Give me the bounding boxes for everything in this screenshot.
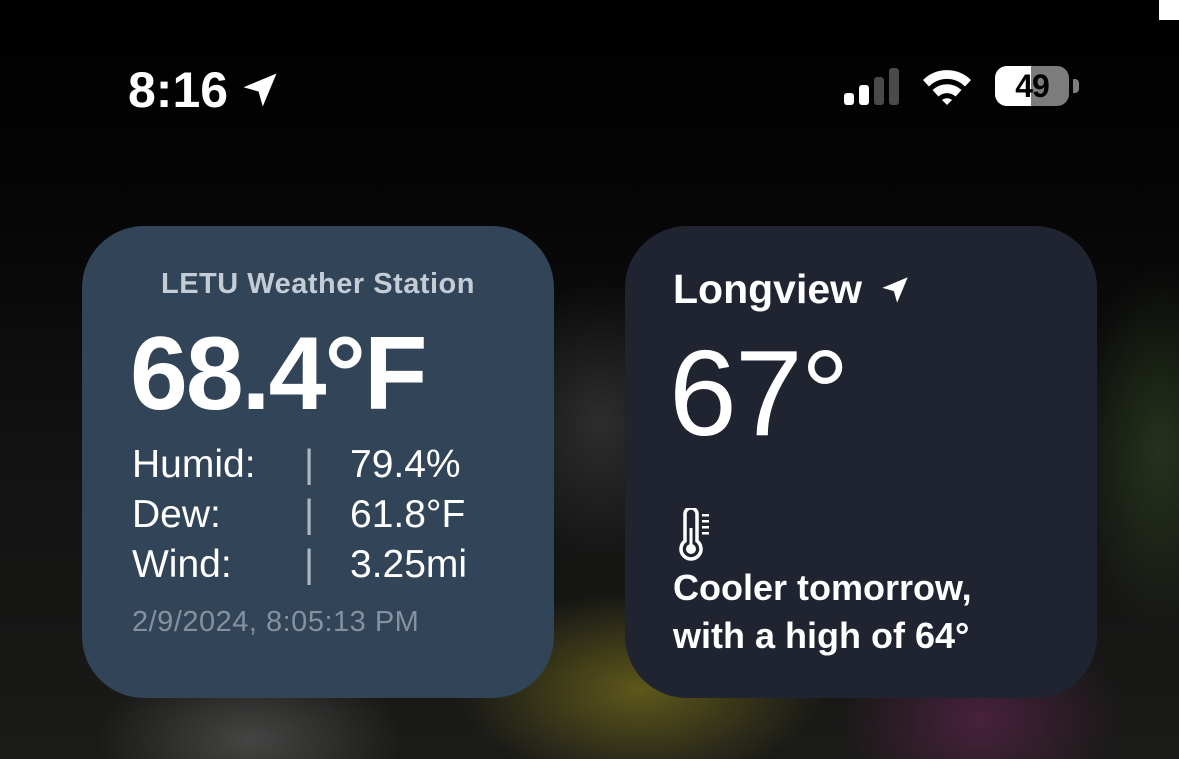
stat-label: Dew:	[132, 493, 221, 536]
stat-row-wind: Wind: | 3.25mi	[132, 540, 467, 590]
station-title: LETU Weather Station	[161, 268, 475, 300]
city-row: Longview	[673, 266, 912, 313]
station-temperature: 68.4°F	[130, 316, 428, 432]
location-arrow-icon	[882, 276, 908, 303]
forecast-line: with a high of 64°	[673, 615, 970, 656]
stat-row-humidity: Humid: | 79.4%	[132, 440, 467, 490]
city-name: Longview	[673, 266, 863, 312]
location-arrow-icon	[243, 73, 277, 107]
weather-widget[interactable]: Longview 67° Cooler tomorrow, with a hig…	[625, 226, 1097, 698]
stat-separator: |	[304, 493, 315, 536]
stat-row-dew: Dew: | 61.8°F	[132, 490, 467, 540]
status-bar-time: 8:16	[128, 62, 282, 118]
stat-value: 3.25mi	[350, 543, 468, 586]
battery-cap	[1073, 79, 1079, 93]
stat-value: 61.8°F	[350, 493, 466, 536]
stat-separator: |	[304, 443, 315, 486]
screen-corner	[1159, 0, 1179, 20]
stat-label: Humid:	[132, 443, 256, 486]
stat-label: Wind:	[132, 543, 232, 586]
station-widget[interactable]: LETU Weather Station 68.4°F Humid: | 79.…	[82, 226, 554, 698]
forecast-line: Cooler tomorrow,	[673, 567, 972, 608]
stat-separator: |	[304, 543, 315, 586]
stat-value: 79.4%	[350, 443, 461, 486]
status-bar-indicators: 49	[844, 66, 1079, 106]
home-screen: 8:16 49 LETU Weather Station 68.4°F Humi…	[0, 0, 1179, 759]
battery-icon: 49	[995, 66, 1069, 106]
current-temperature: 67°	[669, 325, 849, 461]
clock-time: 8:16	[128, 62, 229, 118]
thermometer-icon	[679, 508, 709, 561]
cellular-signal-icon	[844, 67, 899, 105]
forecast-text: Cooler tomorrow, with a high of 64°	[673, 564, 1073, 660]
battery-percentage: 49	[1015, 67, 1050, 104]
last-updated-timestamp: 2/9/2024, 8:05:13 PM	[132, 606, 420, 638]
station-stats: Humid: | 79.4% Dew: | 61.8°F Wind: | 3.2…	[132, 440, 467, 590]
wifi-icon	[923, 70, 971, 105]
